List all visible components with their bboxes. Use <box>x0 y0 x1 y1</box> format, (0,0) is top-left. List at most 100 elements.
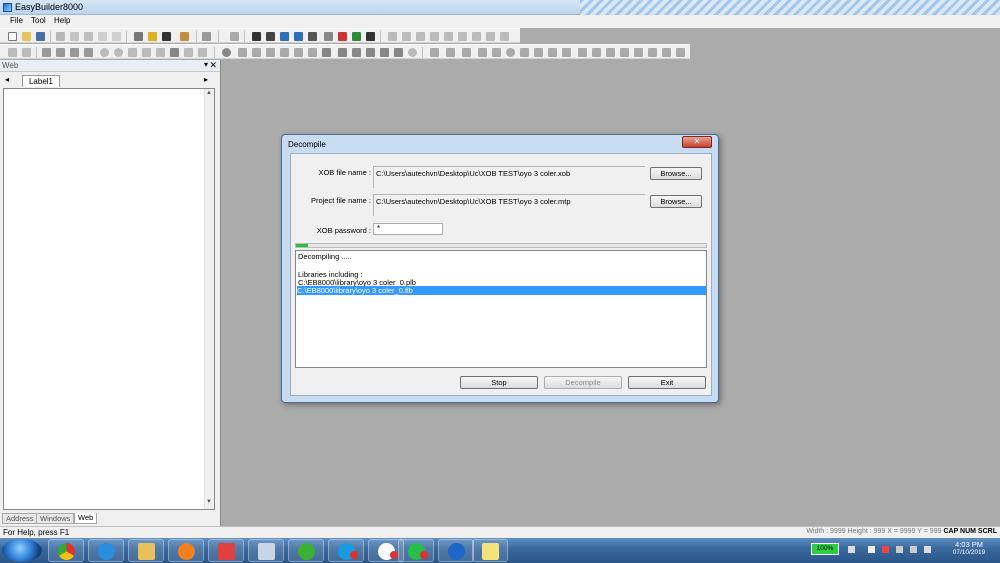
align-right-icon[interactable] <box>416 32 425 41</box>
tab-scroll-right-icon[interactable]: ▸ <box>204 75 208 84</box>
history-data-icon[interactable] <box>462 48 471 57</box>
taskbar-wechat[interactable] <box>288 539 324 562</box>
frame-icon[interactable] <box>198 48 207 57</box>
layer-down-icon[interactable] <box>486 32 495 41</box>
bar-graph-icon[interactable] <box>520 48 529 57</box>
cut-icon[interactable] <box>56 32 65 41</box>
line-icon[interactable] <box>42 48 51 57</box>
screen-icon[interactable] <box>366 32 375 41</box>
numeric-display-icon[interactable] <box>352 48 361 57</box>
power-icon[interactable] <box>848 546 855 553</box>
curve-icon[interactable] <box>84 48 93 57</box>
panel-close-icon[interactable]: ✕ <box>209 60 217 71</box>
function-key-icon[interactable] <box>280 48 289 57</box>
log-line-selected[interactable]: C:\EB8000\library\oyo 3 coler_0.flb <box>297 286 706 295</box>
indirect-window-icon[interactable] <box>394 48 403 57</box>
alarm-display-icon[interactable] <box>492 48 501 57</box>
start-button[interactable] <box>2 539 42 562</box>
stop-button[interactable]: Stop <box>460 376 538 389</box>
set-word-icon[interactable] <box>266 48 275 57</box>
xy-plot-icon[interactable] <box>534 48 543 57</box>
network-icon[interactable] <box>896 546 903 553</box>
pie-chart-icon[interactable] <box>562 48 571 57</box>
bitmap-icon[interactable] <box>352 32 361 41</box>
tab-scroll-left-icon[interactable]: ◂ <box>5 75 9 84</box>
rectangle-icon[interactable] <box>128 48 137 57</box>
scale-icon[interactable] <box>184 48 193 57</box>
align-icon[interactable] <box>230 32 239 41</box>
video-in-icon[interactable] <box>662 48 671 57</box>
set-bit-icon[interactable] <box>252 48 261 57</box>
group-icon[interactable] <box>500 32 509 41</box>
undo-icon[interactable] <box>98 32 107 41</box>
password-input[interactable]: * <box>373 223 443 235</box>
redo-icon[interactable] <box>112 32 121 41</box>
align-left-icon[interactable] <box>388 32 397 41</box>
menu-tool[interactable]: Tool <box>31 16 46 25</box>
scroll-up-icon[interactable]: ▲ <box>206 90 212 96</box>
timer-icon[interactable] <box>408 48 417 57</box>
taskbar-skype[interactable] <box>328 539 364 562</box>
taskbar-document[interactable] <box>248 539 284 562</box>
pen-icon[interactable] <box>202 32 211 41</box>
circle-icon[interactable] <box>100 48 109 57</box>
ascii-display-icon[interactable] <box>380 48 389 57</box>
browse-project-button[interactable]: Browse... <box>650 195 702 208</box>
tab-windows[interactable]: Windows <box>36 513 75 524</box>
media-player-icon[interactable] <box>648 48 657 57</box>
decompile-log[interactable]: Decompiling ..... Libraries including : … <box>295 250 707 368</box>
battery-indicator[interactable]: 100% <box>811 543 839 555</box>
exit-button[interactable]: Exit <box>628 376 706 389</box>
paste-icon[interactable] <box>84 32 93 41</box>
taskbar-snipping[interactable] <box>472 539 508 562</box>
word-lamp-icon[interactable] <box>238 48 247 57</box>
pipe-icon[interactable] <box>548 48 557 57</box>
alarm-bar-icon[interactable] <box>478 48 487 57</box>
xob-file-path[interactable]: C:\Users\autechvn\Desktop\Uc\XOB TEST\oy… <box>373 166 645 188</box>
trend-display-icon[interactable] <box>446 48 455 57</box>
dialog-close-button[interactable]: ✕ <box>682 136 712 148</box>
numeric-input-icon[interactable] <box>338 48 347 57</box>
toggle-switch-icon[interactable] <box>294 48 303 57</box>
arc-icon[interactable] <box>70 48 79 57</box>
menu-help[interactable]: Help <box>54 16 70 25</box>
online-simulation-icon[interactable] <box>308 32 317 41</box>
taskbar-whatsapp[interactable] <box>398 539 434 562</box>
menu-file[interactable]: File <box>10 16 23 25</box>
layer-up-icon[interactable] <box>472 32 481 41</box>
tools-icon[interactable] <box>252 32 261 41</box>
polyline-icon[interactable] <box>56 48 65 57</box>
rounded-rect-icon[interactable] <box>142 48 151 57</box>
volume-icon[interactable] <box>924 546 931 553</box>
taskbar-chrome[interactable] <box>48 539 84 562</box>
taskbar-media[interactable] <box>168 539 204 562</box>
polygon-icon[interactable] <box>156 48 165 57</box>
picture-icon[interactable] <box>338 32 347 41</box>
event-log-icon[interactable] <box>606 48 615 57</box>
show-hidden-icon[interactable] <box>868 546 875 553</box>
offline-simulation-icon[interactable] <box>294 32 303 41</box>
window-icon[interactable] <box>324 32 333 41</box>
library-icon[interactable] <box>180 32 189 41</box>
tab-web[interactable]: Web <box>74 513 98 524</box>
project-file-path[interactable]: C:\Users\autechvn\Desktop\Uc\XOB TEST\oy… <box>373 194 645 216</box>
taskbar-ie[interactable] <box>88 539 124 562</box>
more-tools-icon[interactable] <box>676 48 685 57</box>
signal-icon[interactable] <box>910 546 917 553</box>
taskbar-easybuilder[interactable] <box>208 539 244 562</box>
new-file-icon[interactable] <box>8 32 17 41</box>
ascii-input-icon[interactable] <box>366 48 375 57</box>
print-icon[interactable] <box>134 32 143 41</box>
recipe-icon[interactable] <box>620 48 629 57</box>
slider-icon[interactable] <box>322 48 331 57</box>
select-icon[interactable] <box>8 48 17 57</box>
taskbar-teamviewer[interactable] <box>438 539 474 562</box>
tab-label1[interactable]: Label1 <box>22 75 60 87</box>
data-sampling-icon[interactable] <box>430 48 439 57</box>
taskbar-explorer[interactable] <box>128 539 164 562</box>
copy-icon[interactable] <box>70 32 79 41</box>
table-icon[interactable] <box>444 32 453 41</box>
rotate-icon[interactable] <box>22 48 31 57</box>
save-icon[interactable] <box>36 32 45 41</box>
animation-icon[interactable] <box>592 48 601 57</box>
